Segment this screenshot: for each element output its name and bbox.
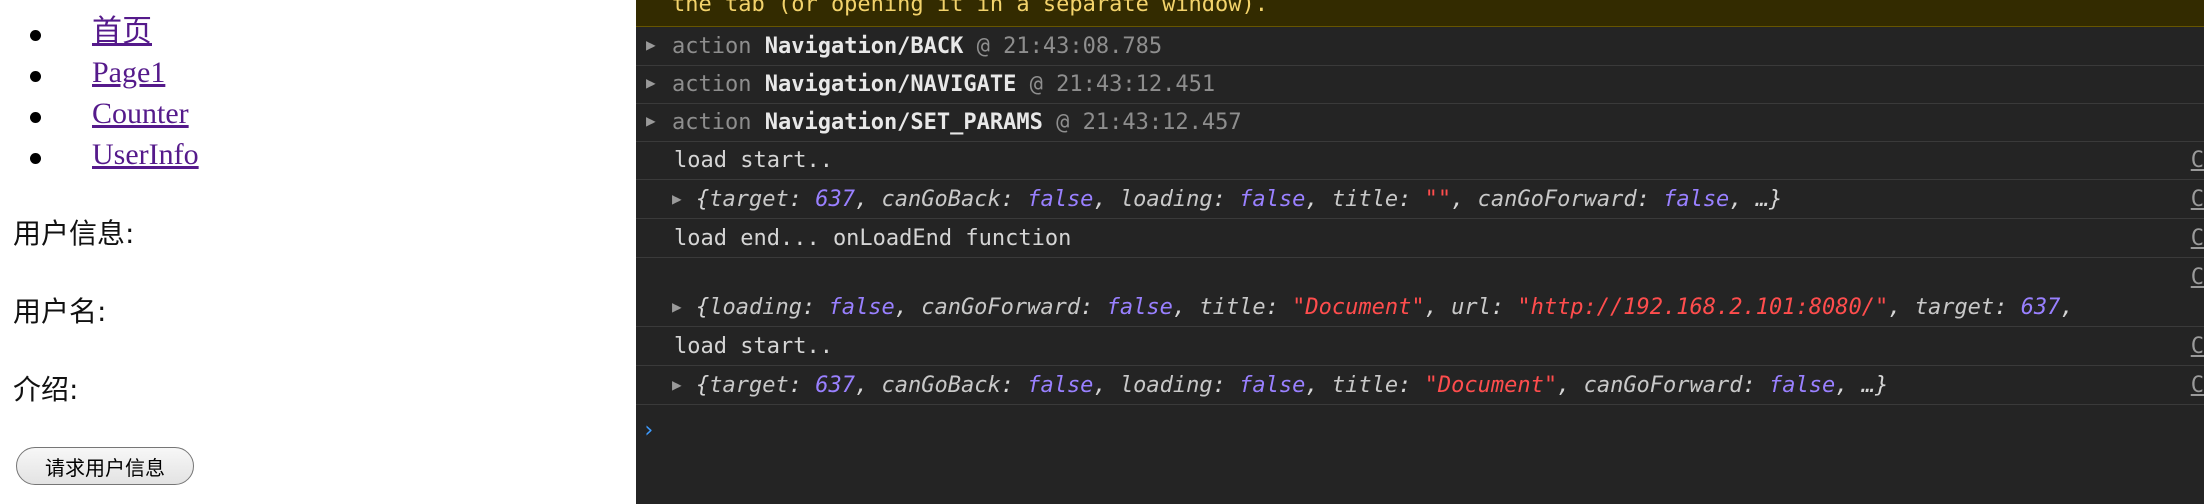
action-name: Navigation/BACK: [764, 34, 964, 59]
log-text: load start..: [674, 148, 833, 173]
nav-item: Page1: [30, 49, 199, 90]
action-prefix: action: [672, 72, 752, 97]
nav-link-userinfo[interactable]: UserInfo: [92, 138, 199, 171]
nav-list: 首页 Page1 Counter UserInfo: [30, 8, 199, 172]
console-log-row: load start.. C: [636, 141, 2204, 180]
console-object-row[interactable]: ▶ {target: 637, canGoBack: false, loadin…: [636, 366, 2204, 405]
action-at: @: [976, 34, 990, 59]
console-object-row[interactable]: ▶ {target: 637, canGoBack: false, loadin…: [636, 180, 2204, 219]
console-empty-row: C: [636, 258, 2204, 290]
object-preview: {target: 637, canGoBack: false, loading:…: [696, 187, 1783, 212]
expand-triangle-icon[interactable]: ▶: [672, 189, 682, 208]
console-action-row[interactable]: ▶ action Navigation/SET_PARAMS @ 21:43:1…: [636, 103, 2204, 142]
console-warning: the tab (or opening it in a separate win…: [636, 0, 2204, 27]
devtools-console: the tab (or opening it in a separate win…: [636, 0, 2204, 504]
nav-link-home[interactable]: 首页: [92, 15, 152, 48]
source-link[interactable]: C: [2191, 226, 2204, 251]
console-log-row: load start.. C: [636, 327, 2204, 366]
console-log-row: load end... onLoadEnd function C: [636, 219, 2204, 258]
nav-item: 首页: [30, 8, 199, 49]
user-info-label: 用户信息:: [13, 217, 135, 250]
console-action-row[interactable]: ▶ action Navigation/BACK @ 21:43:08.785: [636, 27, 2204, 66]
source-link[interactable]: C: [2191, 148, 2204, 173]
user-name-label: 用户名:: [13, 295, 107, 328]
source-link[interactable]: C: [2191, 265, 2204, 290]
source-link[interactable]: C: [2191, 373, 2204, 398]
action-at: @: [1029, 72, 1043, 97]
log-text: load start..: [674, 334, 833, 359]
action-name: Navigation/SET_PARAMS: [764, 110, 1043, 135]
nav-link-counter[interactable]: Counter: [92, 97, 189, 130]
object-preview: {target: 637, canGoBack: false, loading:…: [696, 373, 1889, 398]
webview-panel: 首页 Page1 Counter UserInfo 用户信息: 用户名: 介绍:…: [0, 0, 636, 504]
expand-triangle-icon[interactable]: ▶: [646, 73, 656, 92]
expand-triangle-icon[interactable]: ▶: [672, 297, 682, 316]
action-time: 21:43:08.785: [1003, 34, 1163, 59]
user-intro-label: 介绍:: [13, 373, 79, 406]
source-link[interactable]: C: [2191, 334, 2204, 359]
warning-text: the tab (or opening it in a separate win…: [672, 0, 1269, 17]
request-user-info-button[interactable]: 请求用户信息: [16, 447, 194, 485]
nav-item: Counter: [30, 90, 199, 131]
log-text: load end... onLoadEnd function: [674, 226, 1072, 251]
expand-triangle-icon[interactable]: ▶: [672, 375, 682, 394]
console-action-row[interactable]: ▶ action Navigation/NAVIGATE @ 21:43:12.…: [636, 65, 2204, 104]
expand-triangle-icon[interactable]: ▶: [646, 35, 656, 54]
console-object-row[interactable]: ▶ {loading: false, canGoForward: false, …: [636, 288, 2204, 327]
expand-triangle-icon[interactable]: ▶: [646, 111, 656, 130]
object-preview: {loading: false, canGoForward: false, ti…: [696, 295, 2074, 320]
console-prompt-icon[interactable]: ›: [642, 418, 655, 443]
nav-link-page1[interactable]: Page1: [92, 56, 165, 89]
action-prefix: action: [672, 34, 752, 59]
action-time: 21:43:12.451: [1056, 72, 1216, 97]
nav-item: UserInfo: [30, 131, 199, 172]
source-link[interactable]: C: [2191, 187, 2204, 212]
action-prefix: action: [672, 110, 752, 135]
action-name: Navigation/NAVIGATE: [764, 72, 1017, 97]
action-time: 21:43:12.457: [1082, 110, 1242, 135]
action-at: @: [1056, 110, 1070, 135]
